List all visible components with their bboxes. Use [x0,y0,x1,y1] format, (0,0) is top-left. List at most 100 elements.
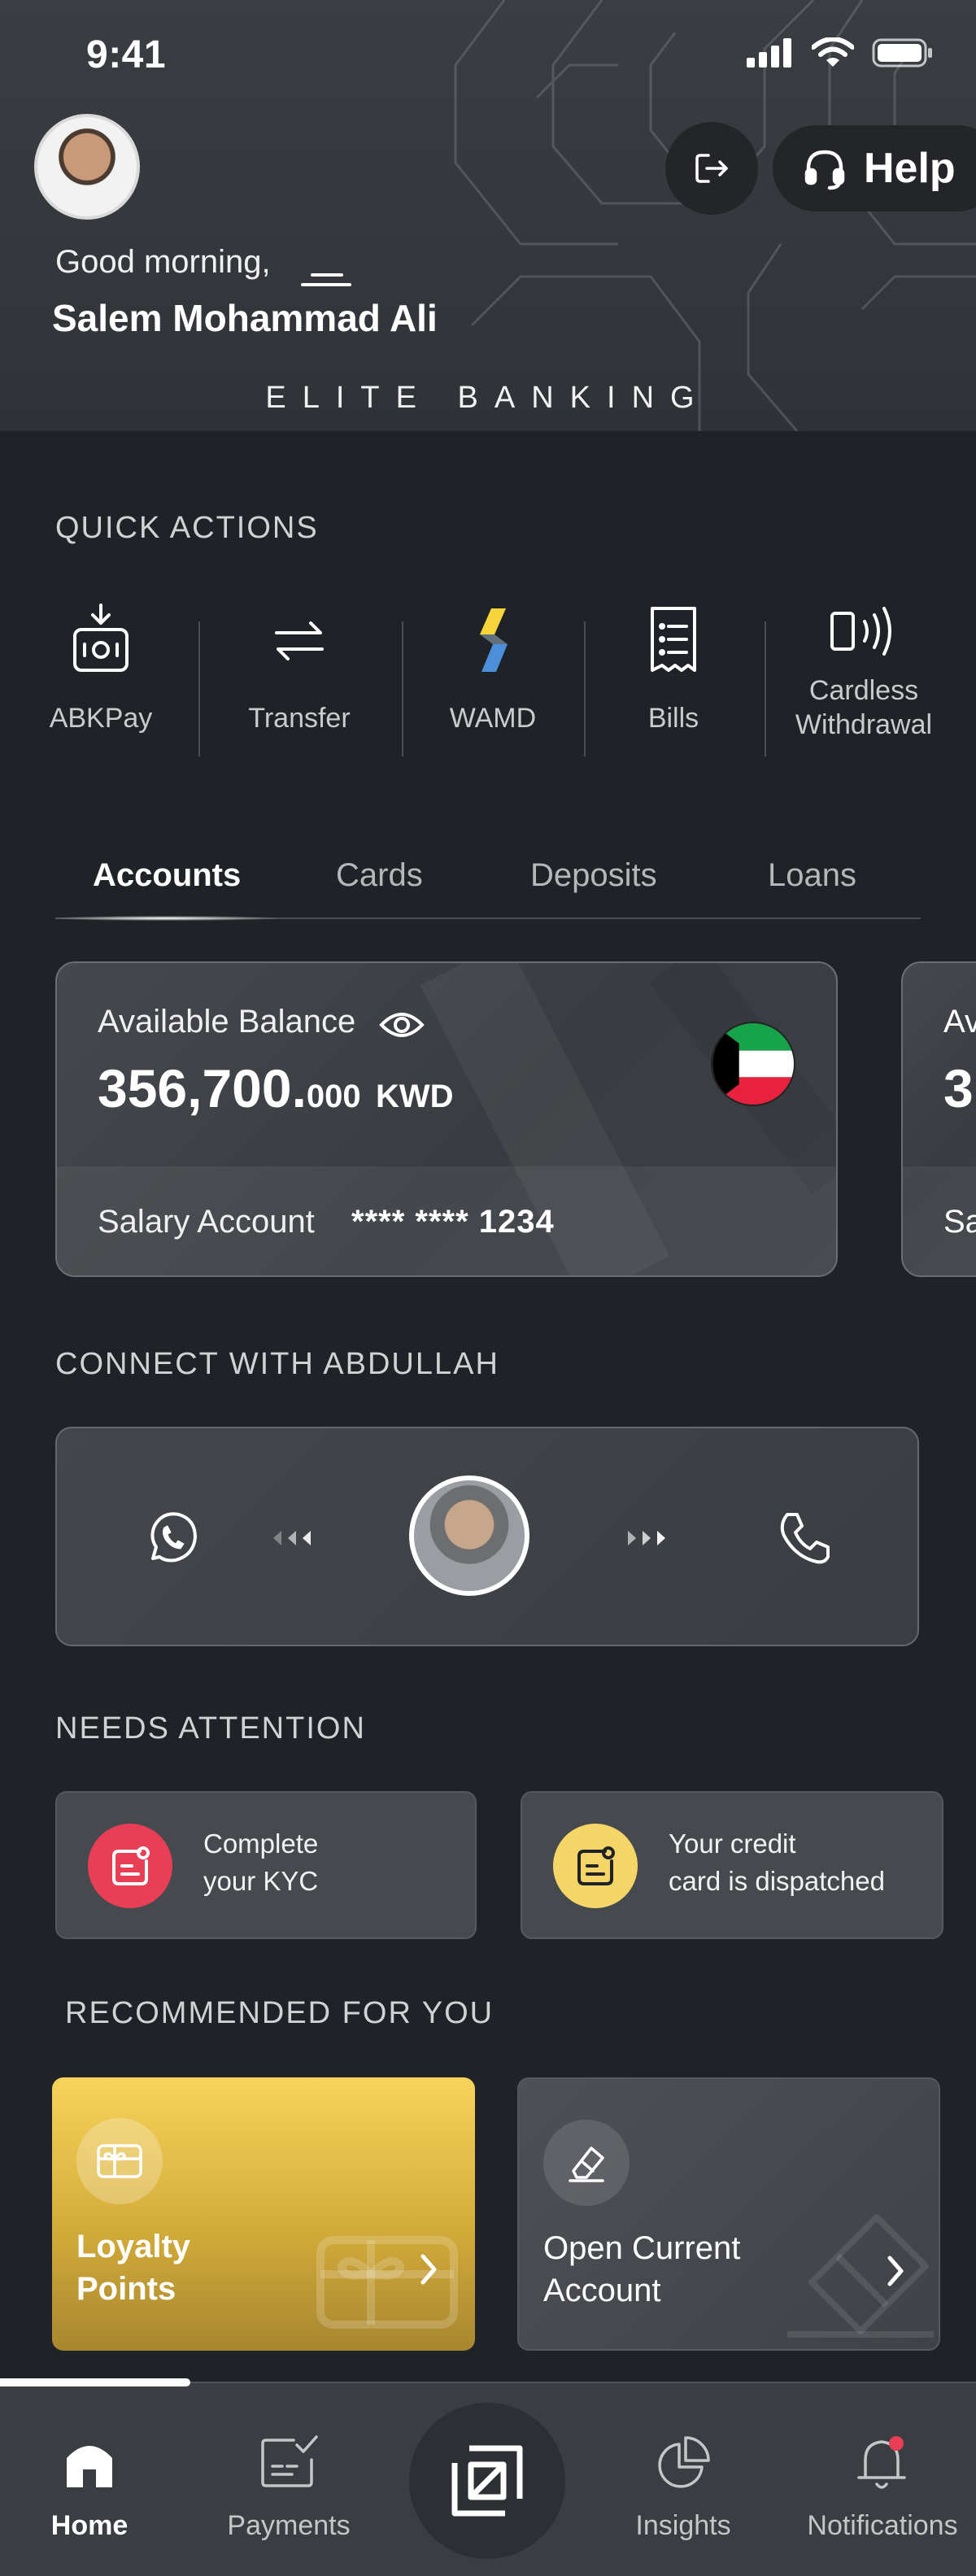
recommendation-open-current-account[interactable]: Open Current Account [517,2077,940,2351]
user-name: Salem Mohammad Ali [52,297,438,339]
available-balance-label: Av [943,1004,976,1040]
cardless-withdrawal-icon [830,607,891,656]
attention-text: Complete your KYC [203,1825,318,1900]
greeting-text: Good morning, [55,244,271,280]
divider [584,621,586,756]
status-icons [747,37,934,68]
phone-icon[interactable] [776,1510,833,1567]
quick-action-cardless-withdrawal[interactable]: Cardless Withdrawal [782,602,945,742]
quick-action-transfer[interactable]: Transfer [234,602,364,735]
balance-amount: 356,700.000 KWD [98,1057,454,1119]
tab-deposits[interactable]: Deposits [530,857,657,894]
attention-text-line: Complete [203,1828,319,1859]
account-tabs: Accounts Cards Deposits Loans [55,846,921,921]
quick-action-label: WAMD [449,703,537,734]
recommendation-text-line: Account [543,2273,661,2308]
nav-home[interactable]: Home [24,2383,155,2576]
transfer-icon [275,621,324,660]
nav-notifications[interactable]: Notifications [797,2383,968,2576]
swipe-right-icon [628,1531,665,1545]
divider [198,621,200,756]
whatsapp-icon[interactable] [143,1508,202,1567]
balance-currency: KWD [376,1079,454,1114]
recommendation-text: Loyalty Points [76,2225,190,2310]
gift-card-icon-circle [76,2118,163,2204]
bottom-navigation: Home Payments Insights Notifications [0,2382,976,2576]
avatar[interactable] [34,114,140,220]
nav-label: Payments [227,2510,351,2541]
quick-action-abkpay[interactable]: ABKPay [36,602,166,735]
bills-icon [651,607,696,672]
divider [402,621,403,756]
kuwait-flag-icon [711,1022,795,1106]
status-time: 9:41 [86,33,167,76]
balance-integer: 356,700. [98,1058,307,1118]
quick-actions-title: QUICK ACTIONS [55,511,319,545]
quick-action-label: Cardless Withdrawal [795,673,932,742]
account-card-next[interactable]: Av 3 Sa [901,961,976,1277]
account-name: Sa [943,1204,976,1240]
recommendation-loyalty-points[interactable]: Loyalty Points [52,2077,475,2351]
quick-action-bills[interactable]: Bills [608,602,739,735]
nav-label: Insights [635,2510,731,2541]
battery-icon [872,38,932,68]
kyc-icon-circle [88,1824,172,1908]
abkpay-icon [73,604,129,672]
gift-card-icon [97,2144,142,2178]
attention-text-line: Your credit [669,1828,796,1859]
chevron-right-icon [887,2256,904,2286]
tab-accounts[interactable]: Accounts [93,857,241,894]
logout-button[interactable] [665,122,758,215]
help-button[interactable]: Help [773,125,976,211]
tab-cards[interactable]: Cards [336,857,423,894]
abk-logo-button[interactable] [409,2403,565,2559]
recommendation-text-line: Points [76,2271,176,2307]
card-watermark-icon [787,2214,934,2338]
payments-icon [261,2435,318,2487]
document-alert-icon [577,1846,615,1885]
headset-icon [804,150,845,190]
recommendation-text: Open Current Account [543,2227,740,2312]
attention-card-kyc[interactable]: Complete your KYC [55,1791,477,1939]
account-name: Salary Account [98,1204,315,1240]
quick-actions: ABKPay Transfer WAMD Bills Cardless With… [0,602,976,781]
eraser-icon [569,2147,604,2182]
tier-label: ELITE BANKING [265,381,711,415]
quick-action-label: ABKPay [49,703,153,734]
home-icon [67,2446,112,2487]
bell-icon [857,2436,906,2489]
connect-title: CONNECT WITH ABDULLAH [55,1347,499,1381]
tab-loans[interactable]: Loans [768,857,856,894]
recommendation-text-line: Loyalty [76,2229,191,2264]
active-tab-indicator [55,916,275,921]
account-card[interactable]: Available Balance 356,700.000 KWD Salary… [55,961,838,1277]
relationship-manager-panel [55,1427,919,1646]
quick-action-wamd[interactable]: WAMD [428,602,558,735]
eye-icon[interactable] [379,1007,425,1043]
attention-card-credit-card[interactable]: Your credit card is dispatched [521,1791,943,1939]
swipe-left-icon [273,1531,311,1545]
balance-amount: 3 [943,1058,974,1118]
relationship-manager-photo[interactable] [409,1475,529,1596]
wamd-icon [480,608,508,672]
quick-action-label: Bills [647,703,699,734]
credit-card-icon-circle [553,1824,638,1908]
eraser-icon-circle [543,2120,630,2206]
logout-icon [695,154,728,183]
attention-text-line: card is dispatched [669,1866,885,1896]
balance-decimals: 000 [306,1079,361,1114]
recommendation-text-line: Open Current [543,2230,741,2266]
recommended-title: RECOMMENDED FOR YOU [65,1996,495,2030]
help-label: Help [864,145,956,192]
chevron-right-icon [420,2254,437,2285]
account-number: **** **** 1234 [351,1204,555,1240]
divider [765,621,766,756]
document-alert-icon [112,1846,150,1885]
nav-insights[interactable]: Insights [618,2383,748,2576]
nav-payments[interactable]: Payments [211,2383,366,2576]
nav-label: Home [50,2510,129,2541]
wave-icon [301,273,351,286]
attention-text-line: your KYC [203,1866,319,1896]
quick-action-label-line: Cardless [808,675,919,706]
nav-label: Notifications [807,2510,958,2541]
